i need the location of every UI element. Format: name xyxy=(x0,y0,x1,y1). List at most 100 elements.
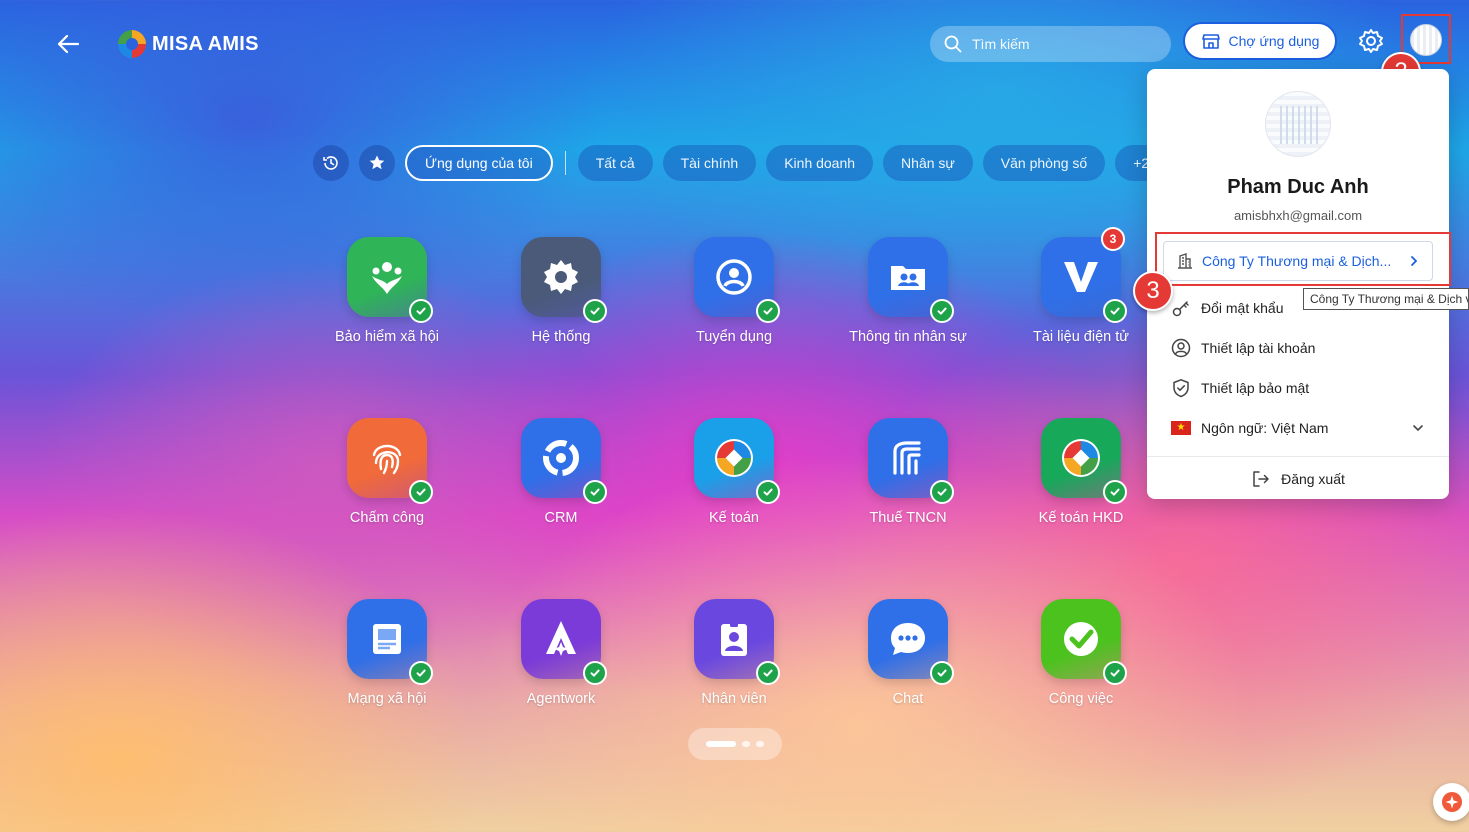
menu-label: Thiết lập tài khoản xyxy=(1201,340,1316,356)
search-icon xyxy=(944,35,962,53)
app-market-button[interactable]: Chợ ứng dụng xyxy=(1183,22,1337,60)
app-tile[interactable]: Thuế TNCN xyxy=(823,418,993,526)
misa-amis-logo[interactable]: MISA AMIS xyxy=(118,30,259,58)
app-label: Kế toán xyxy=(709,510,759,526)
star-icon xyxy=(369,155,385,170)
installed-check-icon xyxy=(756,661,780,685)
settings-button[interactable] xyxy=(1356,26,1386,56)
app-tile[interactable]: CRM xyxy=(476,418,646,526)
gear-icon xyxy=(1359,29,1383,53)
app-tile[interactable]: Bảo hiểm xã hội xyxy=(302,237,472,345)
recruitment-icon xyxy=(694,237,780,323)
menu-divider xyxy=(1147,456,1449,457)
app-tile[interactable]: Mạng xã hội xyxy=(302,599,472,707)
page-indicator xyxy=(688,728,782,760)
crm-icon xyxy=(521,418,607,504)
menu-label: Thiết lập bảo mật xyxy=(1201,380,1310,396)
menu-language[interactable]: ★ Ngôn ngữ: Việt Nam xyxy=(1147,408,1449,448)
installed-check-icon xyxy=(930,299,954,323)
logo-mark-icon xyxy=(118,30,146,58)
app-label: Hệ thống xyxy=(531,329,591,345)
key-icon xyxy=(1172,301,1189,317)
app-label: Agentwork xyxy=(526,691,596,707)
installed-check-icon xyxy=(930,480,954,504)
app-tile[interactable]: Kế toán xyxy=(649,418,819,526)
profile-email: amisbhxh@gmail.com xyxy=(1233,208,1363,223)
installed-check-icon xyxy=(583,299,607,323)
installed-check-icon xyxy=(583,480,607,504)
profile-avatar xyxy=(1265,91,1331,157)
app-tile[interactable]: Kế toán HKD xyxy=(996,418,1166,526)
installed-check-icon xyxy=(409,299,433,323)
installed-check-icon xyxy=(930,661,954,685)
logo-text: MISA AMIS xyxy=(152,32,259,55)
highlight-company-box xyxy=(1155,232,1451,286)
app-label: Bảo hiểm xã hội xyxy=(335,329,439,345)
page-dot[interactable] xyxy=(742,741,750,747)
accounting-icon xyxy=(694,418,780,504)
favorites-button[interactable] xyxy=(359,145,395,181)
chip-my-apps[interactable]: Ứng dụng của tôi xyxy=(405,145,553,181)
app-label: Chat xyxy=(892,691,924,707)
app-tile[interactable]: Công việc xyxy=(996,599,1166,707)
social-insurance-icon xyxy=(347,237,433,323)
chip-hr[interactable]: Nhân sự xyxy=(883,145,973,181)
shield-icon xyxy=(1173,379,1189,398)
app-tile[interactable]: Nhân viên xyxy=(649,599,819,707)
app-tile[interactable]: Agentwork xyxy=(476,599,646,707)
app-market-label: Chợ ứng dụng xyxy=(1228,33,1320,49)
chip-business[interactable]: Kinh doanh xyxy=(766,145,874,181)
hr-info-icon xyxy=(868,237,954,323)
app-label: Nhân viên xyxy=(701,691,767,707)
search-box[interactable] xyxy=(930,26,1171,62)
logout-button[interactable]: Đăng xuất xyxy=(1147,459,1449,499)
fingerprint-icon xyxy=(347,418,433,504)
app-tile[interactable]: Thông tin nhân sự xyxy=(823,237,993,345)
installed-check-icon xyxy=(409,661,433,685)
category-filter-bar: Ứng dụng của tôi Tất cả Tài chính Kinh d… xyxy=(313,145,1168,181)
profile-name: Pham Duc Anh xyxy=(1227,176,1369,198)
app-tile[interactable]: Tuyển dụng xyxy=(649,237,819,345)
chip-finance[interactable]: Tài chính xyxy=(662,145,757,181)
app-tile[interactable]: Hệ thống xyxy=(476,237,646,345)
accounting-hkd-icon xyxy=(1041,418,1127,504)
page-dot-active[interactable] xyxy=(706,741,736,747)
chat-icon xyxy=(868,599,954,685)
app-label: Tuyển dụng xyxy=(695,329,773,345)
menu-label: Ngôn ngữ: Việt Nam xyxy=(1201,420,1329,436)
back-button[interactable] xyxy=(52,28,84,60)
app-tile[interactable]: Chat xyxy=(823,599,993,707)
page-dot[interactable] xyxy=(756,741,764,747)
tax-icon xyxy=(868,418,954,504)
installed-check-icon xyxy=(756,480,780,504)
social-network-icon xyxy=(347,599,433,685)
app-label: Mạng xã hội xyxy=(347,691,427,707)
vietnam-flag-icon: ★ xyxy=(1171,421,1191,435)
recent-button[interactable] xyxy=(313,145,349,181)
gear-icon xyxy=(521,237,607,323)
chip-divider xyxy=(564,151,566,175)
installed-check-icon xyxy=(1103,299,1127,323)
menu-security-settings[interactable]: Thiết lập bảo mật xyxy=(1147,368,1449,408)
ai-assistant-button[interactable] xyxy=(1433,783,1469,821)
installed-check-icon xyxy=(756,299,780,323)
sparkle-icon xyxy=(1442,792,1462,812)
chip-digital-office[interactable]: Văn phòng số xyxy=(982,145,1106,181)
search-input[interactable] xyxy=(972,36,1152,52)
notification-badge: 3 xyxy=(1101,227,1125,251)
logout-label: Đăng xuất xyxy=(1281,471,1345,487)
employee-icon xyxy=(694,599,780,685)
company-tooltip: Công Ty Thương mại & Dịch v xyxy=(1303,288,1469,310)
task-icon xyxy=(1041,599,1127,685)
app-label: Tài liệu điện tử xyxy=(1033,329,1129,345)
installed-check-icon xyxy=(1103,480,1127,504)
installed-check-icon xyxy=(583,661,607,685)
step-marker-3: 3 xyxy=(1133,271,1173,311)
menu-account-settings[interactable]: Thiết lập tài khoản xyxy=(1147,328,1449,368)
chip-all[interactable]: Tất cả xyxy=(577,145,653,181)
app-label: Chấm công xyxy=(349,510,425,526)
app-label: CRM xyxy=(544,510,578,526)
app-label: Kế toán HKD xyxy=(1038,510,1124,526)
logout-icon xyxy=(1253,471,1269,487)
app-tile[interactable]: Chấm công xyxy=(302,418,472,526)
